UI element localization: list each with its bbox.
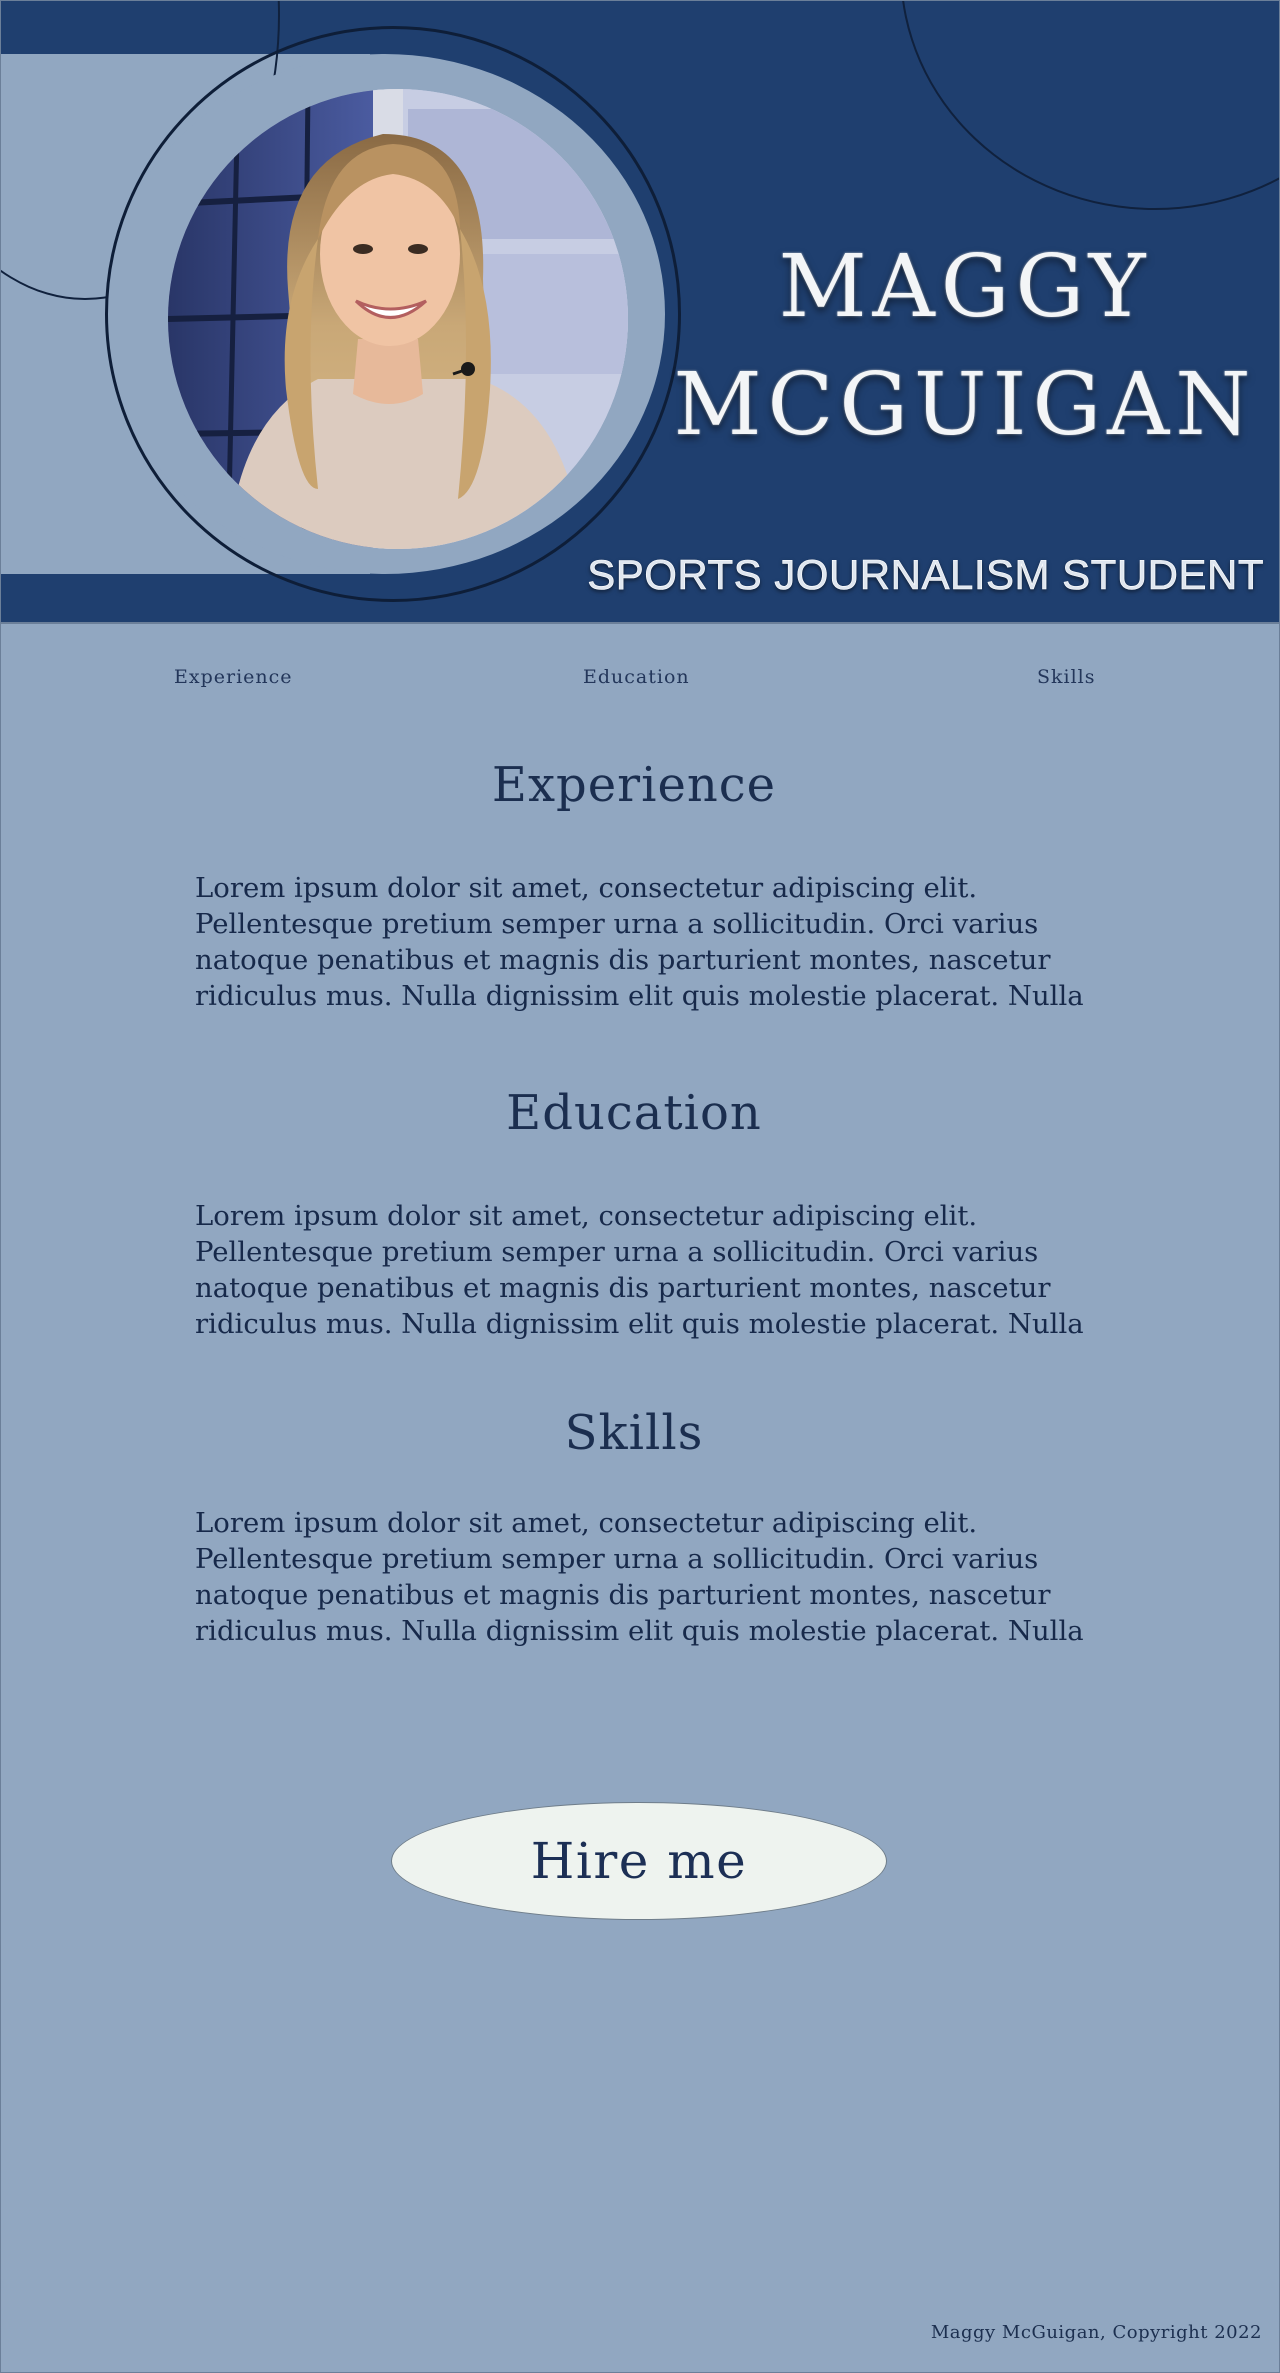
- footer-copyright: Maggy McGuigan, Copyright 2022: [930, 2322, 1262, 2343]
- header-banner: MAGGY MCGUIGAN SPORTS JOURNALISM STUDENT: [0, 0, 1280, 624]
- nav-link-experience[interactable]: Experience: [174, 666, 293, 688]
- experience-text: Lorem ipsum dolor sit amet, consectetur …: [195, 872, 1084, 1012]
- name-title: MAGGY MCGUIGAN: [660, 228, 1270, 464]
- portrait-illustration: [168, 89, 628, 549]
- skills-text: Lorem ipsum dolor sit amet, consectetur …: [195, 1507, 1084, 1647]
- experience-heading: Experience: [491, 757, 777, 813]
- education-heading: Education: [506, 1085, 762, 1141]
- education-text: Lorem ipsum dolor sit amet, consectetur …: [195, 1200, 1084, 1340]
- skills-heading: Skills: [564, 1405, 704, 1461]
- decorative-circle: [900, 0, 1280, 210]
- subtitle: SPORTS JOURNALISM STUDENT: [587, 551, 1264, 599]
- profile-photo: [168, 89, 628, 549]
- nav-link-skills[interactable]: Skills: [1037, 666, 1096, 688]
- name-first: MAGGY: [778, 237, 1152, 337]
- nav-link-education[interactable]: Education: [583, 666, 690, 688]
- hire-me-button[interactable]: Hire me: [391, 1802, 887, 1920]
- name-last: MCGUIGAN: [673, 355, 1257, 455]
